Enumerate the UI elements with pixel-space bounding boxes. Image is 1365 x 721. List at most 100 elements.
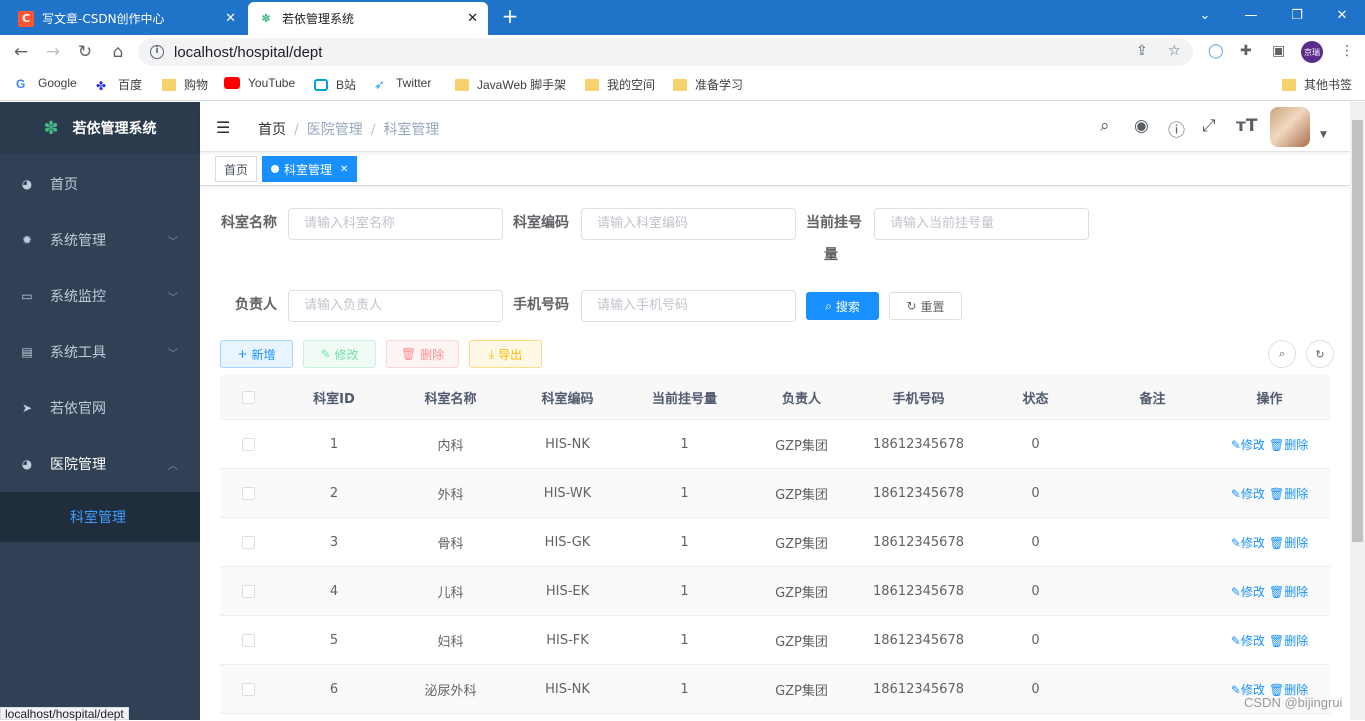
search-icon[interactable]: ⌕ [1100,116,1110,136]
sidebar-item-monitor[interactable]: ▭ 系统监控 ﹀ [0,268,200,324]
hamburger-icon[interactable]: ☰ [216,118,230,137]
profile-avatar[interactable]: 京瑞 [1301,41,1323,63]
bookmark-shopping[interactable]: 购物 [162,76,208,93]
font-size-icon[interactable]: ᴛT [1236,116,1257,136]
sidebar-item-system[interactable]: ✹ 系统管理 ﹀ [0,212,200,268]
forward-button[interactable]: → [38,35,68,69]
phone-label: 手机号码 [513,297,569,313]
sidebar-logo[interactable]: ✽ 若依管理系统 [0,102,200,154]
bookmark-star-icon[interactable]: ☆ [1168,43,1181,59]
new-tab-button[interactable]: + [498,4,522,28]
sidebar-item-website[interactable]: ➤ 若依官网 [0,380,200,436]
browser-tab-ruoyi[interactable]: ✽ 若依管理系统 ✕ [248,2,488,35]
menu-dots-icon[interactable]: ⋮ [1340,43,1354,59]
cell-name: 泌尿外科 [424,683,477,699]
close-tag-icon[interactable]: ✕ [340,164,348,175]
col-count: 当前挂号量 [651,391,717,407]
dept-name-input[interactable]: 请输入科室名称 [288,208,503,240]
bookmark-others[interactable]: 其他书签 [1282,76,1352,93]
row-select-cell [220,633,276,647]
edit-button[interactable]: ✎ 修改 [303,340,376,368]
sidebar-item-home[interactable]: ◕ 首页 [0,156,200,212]
download-icon: ⤓ [488,346,495,361]
browser-tab-csdn[interactable]: C 写文章-CSDN创作中心 ✕ [8,2,246,35]
row-delete-link[interactable]: 🗑删除 [1269,438,1308,452]
reload-button[interactable]: ↻ [70,35,100,69]
bookmark-youtube[interactable]: YouTube [224,76,295,90]
bookmark-javaweb[interactable]: JavaWeb 脚手架 [455,76,566,93]
search-button[interactable]: ⌕ 搜索 [806,292,879,320]
help-icon[interactable]: ⓘ [1168,116,1185,141]
page-scrollbar[interactable] [1350,102,1365,720]
phone-input[interactable]: 请输入手机号码 [581,290,796,322]
edit-icon: ✎ [320,347,331,361]
close-tab-icon[interactable]: ✕ [225,11,236,26]
row-edit-link[interactable]: ✎修改 [1231,438,1265,452]
cell-code: HIS-GK [544,534,591,550]
row-edit-link[interactable]: ✎修改 [1231,634,1265,648]
url-bar[interactable]: i localhost/hospital/dept ⇪ ☆ [138,38,1193,66]
avatar[interactable] [1270,107,1310,147]
bookmark-myspace[interactable]: 我的空间 [585,76,655,93]
url-text[interactable]: localhost/hospital/dept [174,44,322,61]
home-button[interactable]: ⌂ [103,35,133,69]
sidebar-subitem-dept[interactable]: 科室管理 [0,492,200,542]
caret-down-icon[interactable]: ▼ [1320,130,1327,140]
leader-input[interactable]: 请输入负责人 [288,290,503,322]
dept-code-input[interactable]: 请输入科室编码 [581,208,796,240]
toggle-search-button[interactable]: ⌕ [1268,340,1296,368]
refresh-button[interactable]: ↻ [1306,340,1334,368]
row-checkbox[interactable] [241,535,255,549]
sidebar-item-hospital[interactable]: ◕ 医院管理 ︿ [0,436,200,492]
cell-code: HIS-EK [545,583,590,599]
row-delete-link[interactable]: 🗑删除 [1269,585,1308,599]
row-edit-link[interactable]: ✎修改 [1231,487,1265,501]
bookmark-baidu[interactable]: ✤ 百度 [96,76,142,93]
share-icon[interactable]: ⇪ [1136,43,1148,59]
row-edit-link[interactable]: ✎修改 [1231,536,1265,550]
delete-button[interactable]: 🗑 删除 [386,340,459,368]
bookmark-google[interactable]: G Google [16,76,77,91]
row-checkbox[interactable] [241,486,255,500]
minimize-button[interactable]: — [1228,0,1274,30]
tag-home[interactable]: 首页 [215,156,258,182]
export-button[interactable]: ⤓ 导出 [469,340,542,368]
csdn-favicon-icon: C [18,10,34,27]
cell-status: 0 [1031,436,1040,452]
add-button[interactable]: + 新增 [220,340,293,368]
cell-phone: 18612345678 [873,534,964,550]
row-checkbox[interactable] [241,633,255,647]
reg-count-input[interactable]: 请输入当前挂号量 [874,208,1089,240]
github-icon[interactable]: ◉ [1134,116,1149,136]
bookmark-study[interactable]: 准备学习 [673,76,743,93]
row-delete-link[interactable]: 🗑删除 [1269,634,1308,648]
fullscreen-icon[interactable]: ⤢ [1202,116,1216,136]
puzzle-icon[interactable]: ✚ [1240,43,1252,59]
back-button[interactable]: ← [6,35,36,69]
row-edit-link[interactable]: ✎修改 [1231,585,1265,599]
active-dot-icon [271,165,279,173]
sidebar-item-tools[interactable]: ▤ 系统工具 ﹀ [0,324,200,380]
row-checkbox[interactable] [241,584,255,598]
close-tab-icon[interactable]: ✕ [467,11,478,26]
chevron-down-icon: ﹀ [168,348,178,360]
row-checkbox[interactable] [241,437,255,451]
bookmark-bilibili[interactable]: B站 [314,76,356,93]
reset-button[interactable]: ↻ 重置 [889,292,962,320]
tag-dept[interactable]: 科室管理 ✕ [262,156,358,182]
select-all-checkbox[interactable] [241,390,255,404]
row-delete-link[interactable]: 🗑删除 [1269,536,1308,550]
close-window-button[interactable]: ✕ [1319,0,1365,30]
cell-leader: GZP集团 [775,536,828,552]
tab-search-icon[interactable]: ⌄ [1182,0,1228,30]
bookmark-twitter[interactable]: ➶ Twitter [374,76,431,92]
scrollbar-thumb[interactable] [1352,120,1363,542]
side-panel-icon[interactable]: ▣ [1272,43,1285,59]
site-info-icon[interactable]: i [150,45,164,59]
gear-icon: ✹ [21,233,33,247]
breadcrumb-home[interactable]: 首页 [258,122,286,138]
extension-icon[interactable]: ◯ [1208,43,1224,59]
row-checkbox[interactable] [241,682,255,696]
maximize-button[interactable]: ❐ [1274,0,1320,30]
row-delete-link[interactable]: 🗑删除 [1269,487,1308,501]
